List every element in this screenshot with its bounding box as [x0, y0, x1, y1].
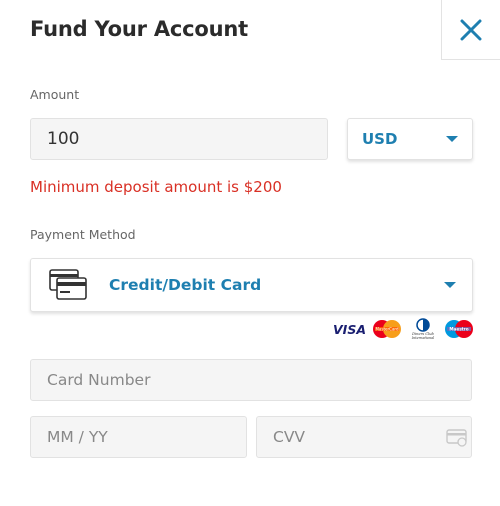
mastercard-logo: MasterCard — [372, 319, 402, 339]
visa-logo: VISA — [332, 322, 366, 336]
payment-method-value: Credit/Debit Card — [109, 276, 262, 294]
amount-label: Amount — [30, 87, 80, 102]
page-title: Fund Your Account — [30, 17, 248, 41]
svg-text:MasterCard: MasterCard — [375, 327, 398, 332]
close-button[interactable] — [441, 0, 500, 60]
card-brands: VISA MasterCard Diners Club Internationa… — [322, 318, 474, 340]
amount-input[interactable] — [30, 118, 328, 160]
currency-select[interactable]: USD — [347, 118, 473, 160]
svg-text:Maestro: Maestro — [449, 327, 468, 332]
currency-value: USD — [362, 130, 398, 148]
payment-method-select[interactable]: Credit/Debit Card — [30, 258, 473, 312]
expiry-input[interactable] — [30, 416, 247, 458]
cvv-input[interactable] — [256, 416, 472, 458]
chevron-down-icon — [444, 282, 456, 288]
credit-card-icon — [49, 269, 89, 301]
payment-method-label: Payment Method — [30, 227, 136, 242]
card-number-input[interactable] — [30, 359, 472, 401]
close-icon — [460, 19, 482, 40]
diners-club-logo: Diners Club International — [408, 318, 438, 340]
maestro-logo: Maestro — [444, 319, 474, 339]
chevron-down-icon — [446, 136, 458, 142]
error-message: Minimum deposit amount is $200 — [30, 178, 282, 196]
svg-text:International: International — [411, 336, 435, 340]
svg-text:VISA: VISA — [333, 322, 366, 336]
cvv-card-icon — [446, 429, 468, 447]
